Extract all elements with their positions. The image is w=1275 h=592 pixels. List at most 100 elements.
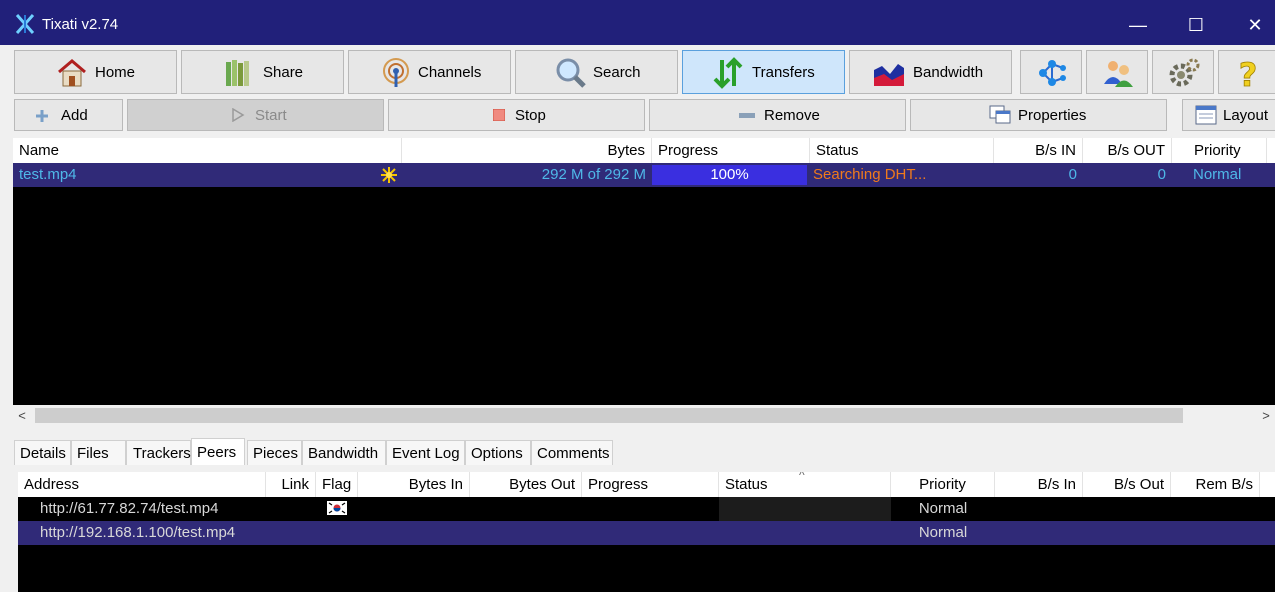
stop-button[interactable]: Stop: [388, 99, 645, 131]
peers-col-status-label: Status: [725, 476, 768, 493]
peer-priority: Normal: [918, 500, 968, 517]
peer-row[interactable]: http://192.168.1.100/test.mp4 Normal: [18, 521, 1275, 545]
peer-row[interactable]: http://61.77.82.74/test.mp4 Normal: [18, 497, 1275, 521]
toolbar-home-button[interactable]: Home: [14, 50, 177, 94]
antenna-icon: [383, 58, 409, 87]
toolbar-network-button[interactable]: [1020, 50, 1082, 94]
users-icon: [1104, 61, 1133, 87]
tab-comments[interactable]: Comments: [531, 440, 613, 465]
network-icon: [1039, 60, 1066, 86]
tab-event-log[interactable]: Event Log: [386, 440, 465, 465]
transfer-bytes: 292 M of 292 M: [541, 166, 646, 183]
peers-col-bytes-out[interactable]: Bytes Out: [470, 472, 582, 497]
layout-label: Layout: [1223, 107, 1269, 124]
scroll-left-arrow[interactable]: <: [13, 405, 31, 427]
peers-col-address[interactable]: Address: [18, 472, 266, 497]
peers-col-progress[interactable]: Progress: [582, 472, 719, 497]
transfers-list[interactable]: Name Bytes Progress Status B/s IN B/s OU…: [13, 138, 1275, 406]
transfers-header: Name Bytes Progress Status B/s IN B/s OU…: [13, 138, 1275, 164]
remove-button[interactable]: Remove: [649, 99, 906, 131]
peers-col-link[interactable]: Link: [266, 472, 316, 497]
peer-address: http://192.168.1.100/test.mp4: [40, 524, 236, 541]
peers-header: Address Link Flag Bytes In Bytes Out Pro…: [18, 472, 1275, 498]
start-button[interactable]: Start: [127, 99, 384, 131]
title-bar: Tixati v2.74 — ☐ ✕: [0, 0, 1275, 45]
col-status[interactable]: Status: [810, 138, 994, 163]
bandwidth-label: Bandwidth: [913, 64, 984, 81]
peers-col-rem-bs[interactable]: Rem B/s: [1171, 472, 1260, 497]
layout-icon: [1195, 105, 1217, 125]
transfer-priority: Normal: [1193, 166, 1242, 183]
layout-button[interactable]: Layout: [1182, 99, 1275, 131]
transfer-progress-text: 100%: [710, 166, 749, 183]
help-icon: ?: [1238, 56, 1257, 90]
peers-col-bs-out[interactable]: B/s Out: [1083, 472, 1171, 497]
toolbar-share-button[interactable]: Share: [181, 50, 344, 94]
col-bs-out[interactable]: B/s OUT: [1083, 138, 1172, 163]
scroll-right-arrow[interactable]: >: [1257, 405, 1275, 427]
peers-col-bytes-in[interactable]: Bytes In: [358, 472, 470, 497]
toolbar-channels-button[interactable]: Channels: [348, 50, 511, 94]
peer-status-cell: [719, 497, 891, 521]
peers-col-flag[interactable]: Flag: [316, 472, 358, 497]
toolbar-settings-button[interactable]: [1152, 50, 1214, 94]
tab-bandwidth[interactable]: Bandwidth: [302, 440, 386, 465]
maximize-button[interactable]: ☐: [1167, 0, 1225, 45]
properties-icon: [989, 105, 1011, 124]
remove-label: Remove: [764, 107, 820, 124]
tab-options[interactable]: Options: [465, 440, 531, 465]
tab-peers[interactable]: Peers: [191, 438, 245, 465]
scroll-thumb[interactable]: [35, 408, 1183, 423]
col-name[interactable]: Name: [13, 138, 402, 163]
peer-address: http://61.77.82.74/test.mp4: [40, 500, 219, 517]
properties-label: Properties: [1018, 107, 1087, 124]
col-progress[interactable]: Progress: [652, 138, 810, 163]
gears-icon: [1169, 58, 1200, 87]
share-label: Share: [263, 64, 304, 81]
transfers-label: Transfers: [752, 64, 815, 81]
tixati-window: Tixati v2.74 — ☐ ✕ Home Share Channels S…: [0, 0, 1275, 592]
transfer-bs-in: 0: [1068, 166, 1077, 183]
minus-icon: [739, 113, 755, 118]
transfer-name: test.mp4: [19, 166, 77, 183]
tab-trackers[interactable]: Trackers: [126, 440, 191, 465]
window-title: Tixati v2.74: [42, 16, 119, 33]
transfers-hscrollbar[interactable]: < >: [13, 405, 1275, 427]
peers-col-bs-in[interactable]: B/s In: [995, 472, 1083, 497]
toolbar-bandwidth-button[interactable]: Bandwidth: [849, 50, 1012, 94]
books-icon: [226, 60, 249, 86]
tab-pieces[interactable]: Pieces: [247, 440, 302, 465]
transfer-bs-out: 0: [1157, 166, 1166, 183]
peers-list[interactable]: Address Link Flag Bytes In Bytes Out Pro…: [18, 472, 1275, 592]
tixati-logo-icon: [15, 14, 35, 34]
col-bs-in[interactable]: B/s IN: [994, 138, 1083, 163]
start-label: Start: [255, 107, 287, 124]
channels-label: Channels: [418, 64, 482, 81]
toolbar-users-button[interactable]: [1086, 50, 1148, 94]
tab-files[interactable]: Files: [71, 440, 126, 465]
sparkle-icon: [381, 167, 397, 183]
magnifier-icon: [556, 58, 586, 88]
peers-col-priority[interactable]: Priority: [891, 472, 995, 497]
add-label: Add: [61, 107, 88, 124]
home-label: Home: [95, 64, 136, 81]
peers-col-status[interactable]: Status ^: [719, 472, 891, 497]
stop-label: Stop: [515, 107, 546, 124]
toolbar-help-button[interactable]: ?: [1218, 50, 1275, 94]
col-bytes[interactable]: Bytes: [402, 138, 652, 163]
up-down-arrows-icon: [713, 57, 743, 89]
col-priority[interactable]: Priority: [1172, 138, 1267, 163]
toolbar-search-button[interactable]: Search: [515, 50, 678, 94]
properties-button[interactable]: Properties: [910, 99, 1167, 131]
peer-priority: Normal: [918, 524, 968, 541]
add-button[interactable]: Add: [14, 99, 123, 131]
close-button[interactable]: ✕: [1226, 0, 1275, 45]
tab-details[interactable]: Details: [14, 440, 71, 465]
sort-indicator-icon: ^: [799, 472, 805, 482]
play-icon: [232, 108, 245, 122]
transfer-row[interactable]: test.mp4 292 M of 292 M 100% Searching D…: [13, 163, 1275, 187]
toolbar-transfers-button[interactable]: Transfers: [682, 50, 845, 94]
minimize-button[interactable]: —: [1109, 0, 1167, 45]
stop-icon: [493, 109, 505, 121]
transfer-status: Searching DHT...: [813, 166, 927, 183]
